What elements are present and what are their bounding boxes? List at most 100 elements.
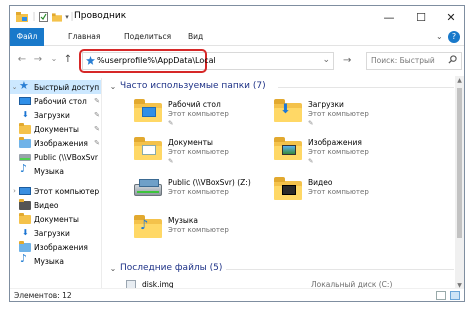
folder-tile-videos[interactable]: Видео Этот компьютер (266, 174, 416, 208)
network-drive-icon (19, 152, 31, 162)
folder-location: Этот компьютер (168, 226, 229, 234)
sidebar-item-label: Этот компьютер (34, 186, 100, 196)
music-icon: ♪ (20, 162, 28, 175)
folder-tile-pictures[interactable]: Изображения Этот компьютер ✎ (266, 134, 416, 168)
pictures-folder-icon (19, 241, 31, 252)
details-view-icon[interactable] (436, 291, 446, 300)
folder-name: Public (\\VBoxSvr) (Z:) (168, 178, 251, 187)
folder-name: Рабочий стол (168, 100, 221, 109)
pin-icon: ✎ (168, 119, 174, 127)
sidebar-item-downloads[interactable]: ⬇ Загрузки ✎ (10, 108, 101, 122)
section-title: Часто используемые папки (7) (120, 81, 266, 91)
maximize-button[interactable]: ☐ (406, 8, 436, 26)
sidebar-item-desktop[interactable]: Рабочий стол ✎ (10, 94, 101, 108)
sidebar-item-music[interactable]: ♪ Музыка (10, 162, 101, 178)
sidebar-item-label: Документы (34, 214, 79, 224)
tab-home[interactable]: Главная (62, 28, 106, 46)
sidebar-item-documents[interactable]: Документы ✎ (10, 122, 101, 136)
properties-icon[interactable] (38, 11, 48, 23)
sidebar-item-this-pc[interactable]: › Этот компьютер (10, 184, 101, 198)
chevron-down-icon[interactable]: ⌄ (10, 83, 19, 91)
recent-locations-button[interactable]: ⌄ (48, 54, 60, 63)
folder-tile-downloads[interactable]: ⬇ Загрузки Этот компьютер ✎ (266, 96, 416, 130)
downloads-folder-icon: ⬇ (274, 98, 302, 122)
chevron-down-icon[interactable]: ⌄ (106, 264, 120, 273)
qa-separator: | (32, 12, 36, 22)
search-icon[interactable] (448, 55, 457, 67)
item-count: Элементов: 12 (14, 291, 72, 300)
sidebar-item-quick-access[interactable]: ⌄ ★ Быстрый доступ (10, 79, 101, 94)
pin-icon: ✎ (94, 111, 100, 119)
tab-view[interactable]: Вид (182, 28, 209, 46)
scroll-up-icon[interactable]: ▲ (455, 77, 464, 84)
search-box[interactable]: Поиск: Быстрый (366, 52, 462, 70)
sidebar-item-pictures[interactable]: Изображения ✎ (10, 136, 101, 150)
sidebar-item-pc-downloads[interactable]: ⬇ Загрузки (10, 226, 101, 240)
music-icon: ♪ (20, 252, 28, 265)
frequent-folders-header[interactable]: ⌄ Часто используемые папки (7) (106, 78, 266, 94)
folder-tile-music[interactable]: ♪ Музыка Этот компьютер (126, 212, 276, 246)
status-bar: Элементов: 12 (10, 288, 464, 301)
sidebar-item-pc-documents[interactable]: Документы (10, 212, 101, 226)
pictures-folder-icon (19, 137, 31, 148)
folder-location: Этот компьютер (308, 148, 369, 156)
recent-files-header[interactable]: ⌄ Последние файлы (5) (106, 260, 223, 276)
music-folder-icon: ♪ (134, 214, 162, 238)
sidebar-item-label: Видео (34, 200, 59, 210)
address-bar[interactable]: %userprofile%\AppData\Local ⌄ (79, 49, 334, 73)
new-folder-icon[interactable] (52, 11, 62, 23)
pin-icon: ✎ (308, 157, 314, 165)
ribbon-expand-icon[interactable]: ⌄ (430, 28, 449, 46)
folder-name: Видео (308, 178, 333, 187)
ribbon-tabs: Файл Главная Поделиться Вид ⌄ ? (10, 28, 464, 46)
folder-location: Этот компьютер (308, 188, 369, 196)
folder-tile-public-share[interactable]: Public (\\VBoxSvr) (Z:) Этот компьютер (126, 174, 276, 208)
search-input[interactable]: Поиск: Быстрый (371, 56, 435, 65)
folder-name: Изображения (308, 138, 362, 147)
forward-button[interactable]: → (32, 54, 44, 65)
go-button[interactable]: → (343, 55, 351, 66)
folder-tile-documents[interactable]: Документы Этот компьютер ✎ (126, 134, 276, 168)
sidebar-item-label: Документы (34, 124, 79, 134)
tab-file[interactable]: Файл (10, 28, 44, 46)
window-title: Проводник (74, 11, 127, 21)
videos-folder-icon (274, 176, 302, 200)
folder-tile-desktop[interactable]: Рабочий стол Этот компьютер ✎ (126, 96, 276, 130)
folder-name: Документы (168, 138, 213, 147)
back-button[interactable]: ← (16, 54, 28, 65)
address-text[interactable]: %userprofile%\AppData\Local (97, 56, 216, 65)
section-divider (278, 87, 454, 88)
pin-icon: ✎ (94, 97, 100, 105)
pin-icon: ✎ (308, 119, 314, 127)
sidebar-item-label: Public (\\VBoxSvr (34, 152, 98, 162)
folder-name: Загрузки (308, 100, 344, 109)
navigation-pane[interactable]: ⌄ ★ Быстрый доступ Рабочий стол ✎ ⬇ Загр… (10, 78, 102, 288)
sidebar-item-label: Изображения (34, 138, 88, 148)
star-icon: ★ (19, 79, 29, 92)
pin-icon: ✎ (94, 125, 100, 133)
tab-share[interactable]: Поделиться (118, 28, 177, 46)
chevron-down-icon[interactable]: ⌄ (106, 82, 120, 91)
folder-name: Музыка (168, 216, 198, 225)
sidebar-item-label: Быстрый доступ (34, 82, 100, 92)
up-button[interactable]: ↑ (62, 54, 74, 65)
sidebar-item-label: Изображения (34, 242, 88, 252)
vertical-scrollbar[interactable]: ▲ ▼ (455, 76, 464, 290)
sidebar-item-pc-music[interactable]: ♪ Музыка (10, 252, 101, 268)
videos-folder-icon (19, 199, 31, 210)
sidebar-item-videos[interactable]: Видео (10, 198, 101, 212)
minimize-button[interactable]: — (374, 8, 404, 26)
content-pane[interactable]: ⌄ Часто используемые папки (7) Рабочий с… (106, 76, 464, 290)
downloads-icon: ⬇ (22, 228, 29, 237)
documents-folder-icon (19, 213, 31, 224)
app-icon[interactable] (16, 11, 28, 23)
folder-location: Этот компьютер (168, 188, 229, 196)
scroll-thumb[interactable] (457, 88, 462, 238)
sidebar-item-label: Рабочий стол (34, 96, 87, 106)
help-icon[interactable]: ? (448, 31, 460, 43)
address-dropdown-icon[interactable]: ⌄ (322, 55, 330, 65)
chevron-right-icon[interactable]: › (10, 187, 19, 195)
tiles-view-icon[interactable] (450, 291, 460, 300)
documents-folder-icon (134, 136, 162, 160)
close-button[interactable]: ✕ (436, 8, 464, 26)
